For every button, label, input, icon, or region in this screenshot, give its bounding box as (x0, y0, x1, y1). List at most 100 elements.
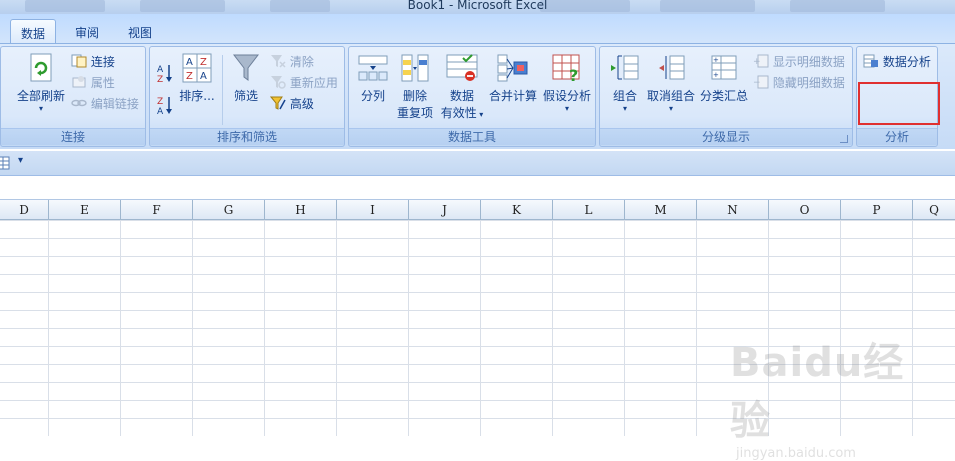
customize-toolbar-button[interactable]: ▾ (18, 155, 23, 166)
refresh-all-button[interactable]: 全部刷新 ▾ (15, 53, 67, 114)
svg-text:A: A (157, 65, 164, 75)
edit-links-label: 编辑链接 (90, 97, 139, 111)
group-label-sort-filter: 排序和筛选 (150, 128, 344, 145)
tab-data[interactable]: 数据 (10, 19, 57, 44)
svg-text:−: − (753, 78, 761, 88)
what-if-analysis-icon: ? (552, 54, 580, 83)
sort-ascending-button[interactable]: AZ (156, 63, 174, 85)
remove-duplicates-label-line1: 删除 (402, 89, 427, 103)
grid-line (336, 220, 337, 436)
column-header-o[interactable]: O (769, 200, 841, 220)
clear-button[interactable]: 清除 (270, 53, 314, 71)
svg-text:A: A (186, 57, 193, 68)
subtotal-icon: ++ (711, 55, 737, 80)
ribbon-tabs: 数据 审阅 视图 (0, 14, 955, 44)
group-label-outline: 分级显示 (600, 128, 852, 145)
column-header-h[interactable]: H (265, 200, 337, 220)
svg-text:Z: Z (200, 57, 207, 68)
data-validation-label-line2: 有效性 (440, 106, 477, 120)
consolidate-label: 合并计算 (488, 89, 537, 103)
advanced-filter-icon (269, 96, 286, 110)
svg-text:+: + (713, 56, 719, 64)
reapply-label: 重新应用 (289, 76, 338, 90)
hide-detail-icon: − (753, 75, 769, 89)
column-header-l[interactable]: L (553, 200, 625, 220)
what-if-analysis-button[interactable]: ? 假设分析 ▾ (539, 53, 595, 114)
formula-bar[interactable] (0, 176, 955, 200)
text-to-columns-icon (358, 55, 388, 81)
svg-text:A: A (157, 107, 164, 115)
group-label-analysis: 分析 (857, 128, 937, 145)
grid-line (408, 220, 409, 436)
connections-button[interactable]: 连接 (71, 53, 115, 71)
filter-button[interactable]: 筛选 (228, 53, 264, 104)
svg-text:?: ? (569, 66, 578, 83)
remove-duplicates-label-line2: 重复项 (396, 106, 433, 120)
group-button[interactable]: 组合 ▾ (606, 53, 644, 114)
filter-label: 筛选 (233, 89, 258, 103)
group-label-connections: 连接 (1, 128, 145, 145)
column-header-m[interactable]: M (625, 200, 697, 220)
column-header-k[interactable]: K (481, 200, 553, 220)
svg-text:+: + (753, 57, 761, 67)
column-header-q[interactable]: Q (913, 200, 955, 220)
text-to-columns-label: 分列 (360, 89, 385, 103)
dialog-launcher-icon[interactable] (840, 135, 848, 143)
remove-duplicates-button[interactable]: 删除 重复项 (395, 53, 435, 121)
connections-icon (71, 54, 87, 68)
group-label: 组合 (612, 89, 637, 103)
data-validation-button[interactable]: 数据 有效性 ▾ (437, 53, 487, 121)
hide-detail-button[interactable]: − 隐藏明细数据 (753, 74, 845, 92)
sort-label: 排序... (179, 89, 215, 103)
properties-label: 属性 (90, 76, 115, 90)
quick-access-bar: ▾ (0, 151, 955, 176)
column-header-e[interactable]: E (49, 200, 121, 220)
dropdown-arrow-icon: ▾ (668, 104, 673, 113)
grid-line (624, 220, 625, 436)
sort-button[interactable]: AZ ZA 排序... (177, 53, 217, 104)
refresh-icon (30, 53, 52, 82)
edit-links-button[interactable]: 编辑链接 (71, 95, 139, 113)
grid-line (48, 220, 49, 436)
tab-review[interactable]: 审阅 (65, 19, 109, 44)
data-validation-icon (446, 54, 478, 81)
show-detail-icon: + (753, 54, 769, 68)
ungroup-button[interactable]: 取消组合 ▾ (646, 53, 696, 114)
column-header-g[interactable]: G (193, 200, 265, 220)
subtotal-button[interactable]: + + 分类汇总 (699, 53, 749, 104)
annotation-highlight-box (858, 82, 940, 125)
link-icon (71, 99, 87, 107)
sort-az-icon: AZ (157, 65, 172, 85)
grid-line (480, 220, 481, 436)
watermark-logo: Baidu经验 (730, 340, 905, 444)
advanced-label: 高级 (289, 97, 314, 111)
group-sort-filter: AZ ZA AZ ZA 排序... 筛选 清除 重新应用 高级 排序和筛选 (149, 46, 345, 147)
column-header-n[interactable]: N (697, 200, 769, 220)
text-to-columns-button[interactable]: 分列 (355, 53, 391, 104)
properties-icon (72, 76, 86, 88)
column-header-i[interactable]: I (337, 200, 409, 220)
column-header-p[interactable]: P (841, 200, 913, 220)
column-header-j[interactable]: J (409, 200, 481, 220)
what-if-analysis-label: 假设分析 (542, 89, 591, 103)
show-detail-label: 显示明细数据 (772, 55, 845, 69)
grid-line (696, 220, 697, 436)
hide-detail-label: 隐藏明细数据 (772, 76, 845, 90)
refresh-all-label: 全部刷新 (16, 89, 65, 103)
data-analysis-button[interactable]: 数据分析 (863, 53, 931, 71)
sort-descending-button[interactable]: ZA (156, 95, 174, 117)
column-header-f[interactable]: F (121, 200, 193, 220)
sheet-icon[interactable] (0, 156, 10, 173)
subtotal-label: 分类汇总 (699, 89, 748, 103)
show-detail-button[interactable]: + 显示明细数据 (753, 53, 845, 71)
data-analysis-label: 数据分析 (882, 55, 931, 69)
consolidate-button[interactable]: 合并计算 (487, 53, 539, 104)
consolidate-icon (497, 54, 528, 82)
tab-view[interactable]: 视图 (118, 19, 162, 44)
column-header-d[interactable]: D (0, 200, 49, 220)
sheet-grid-icon (0, 156, 10, 170)
advanced-button[interactable]: 高级 (269, 95, 314, 113)
reapply-button[interactable]: 重新应用 (270, 74, 338, 92)
filter-funnel-icon (232, 54, 260, 81)
properties-button[interactable]: 属性 (71, 74, 115, 92)
